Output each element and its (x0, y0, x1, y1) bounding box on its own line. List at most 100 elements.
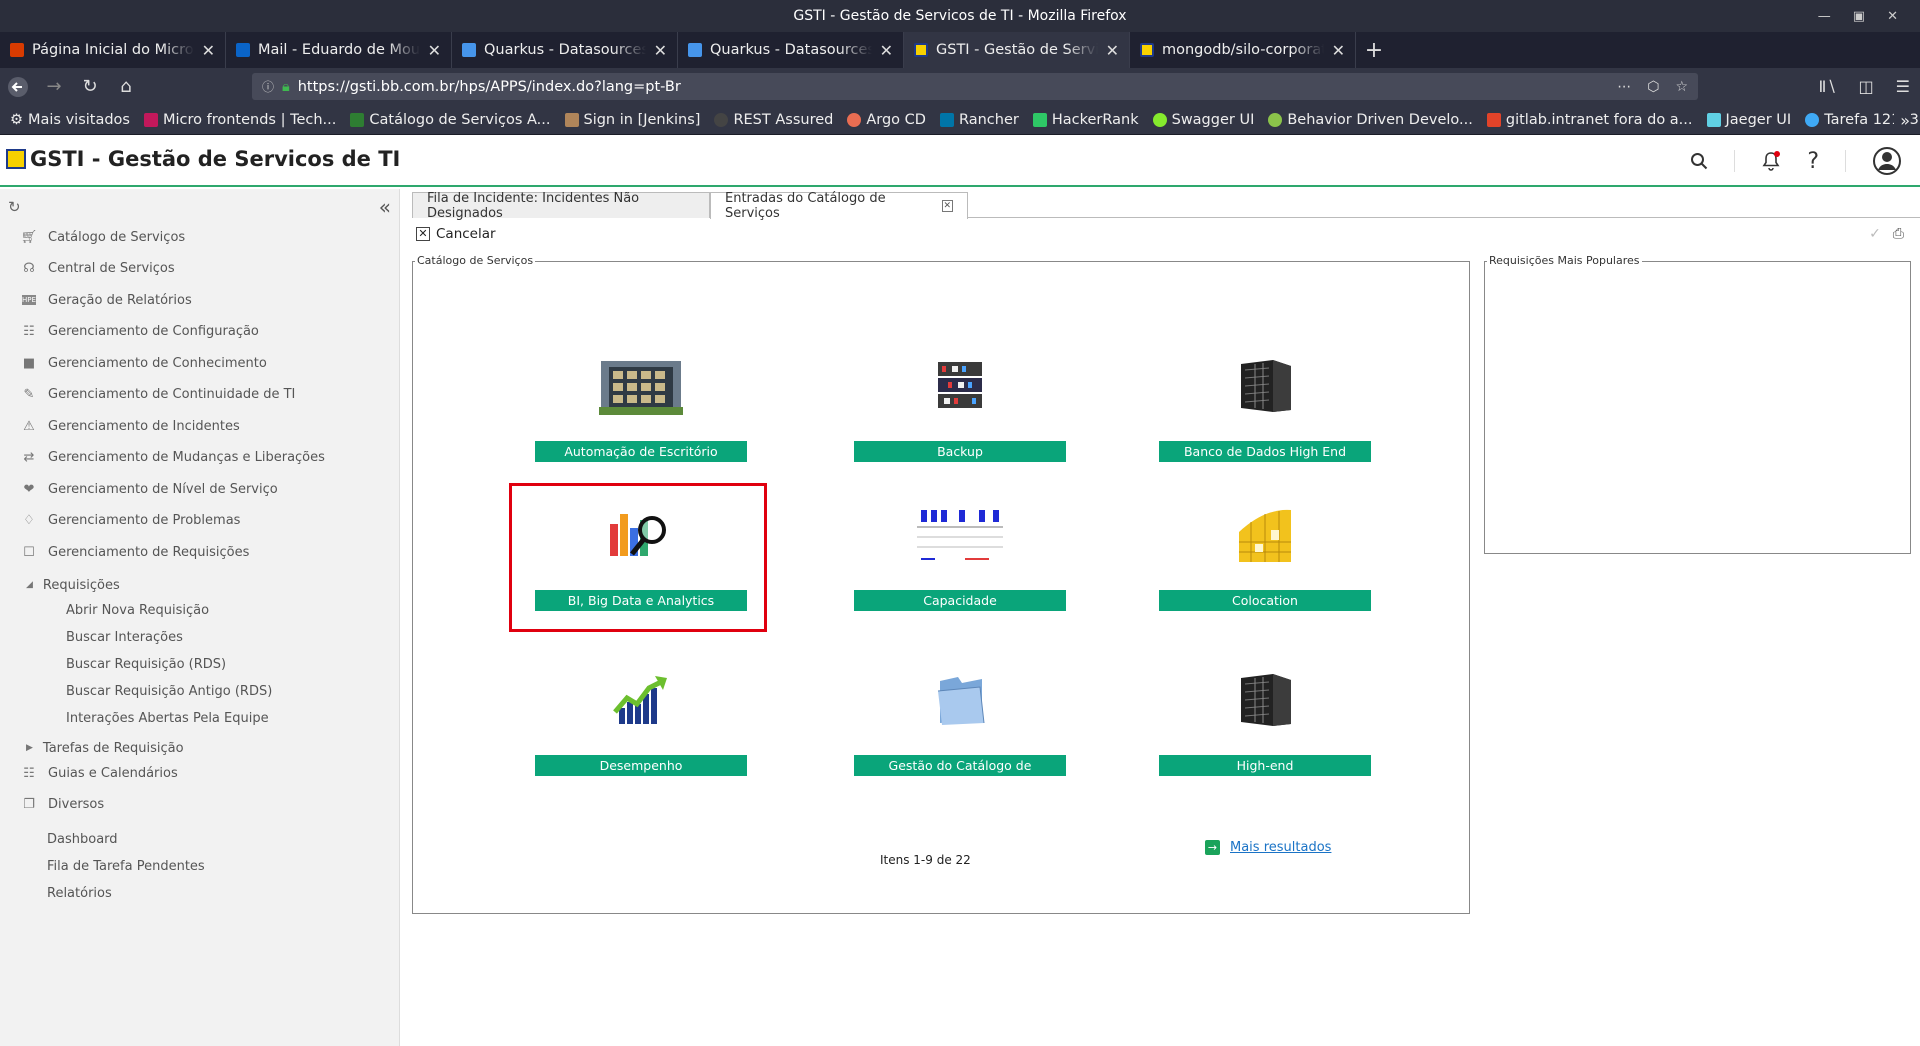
catalog-item[interactable]: Gestão do Catálogo de Requisição (854, 665, 1066, 794)
sidebar-item-incidentes[interactable]: ⚠︎ Gerenciamento de Incidentes (22, 415, 240, 437)
bookmark-item[interactable]: gitlab.intranet fora do a... (1486, 112, 1693, 128)
change-icon: ⇄ (23, 449, 35, 465)
sidebar-item-mudancas[interactable]: ⇄ Gerenciamento de Mudanças e Liberações (22, 446, 325, 468)
sidebar-item-tarefas[interactable]: ▶ Tarefas de Requisição (26, 737, 184, 759)
refresh-icon[interactable]: ↻ (8, 198, 21, 216)
bookmark-item[interactable]: REST Assured (714, 112, 833, 128)
sidebar-item-problemas[interactable]: ♢ Gerenciamento de Problemas (22, 509, 240, 531)
bookmark-item[interactable]: Jaeger UI (1706, 112, 1791, 128)
tab-close-icon[interactable]: ✕ (941, 200, 953, 212)
browser-tab[interactable]: Mail - Eduardo de Moura F ✕ (226, 32, 452, 68)
home-button[interactable]: ⌂ (108, 68, 144, 105)
sidebar-item-central[interactable]: ☊ Central de Serviços (22, 257, 174, 279)
sidebar-item-fila-tarefas[interactable]: Fila de Tarefa Pendentes (47, 859, 205, 874)
approve-icon[interactable]: ✓ (1869, 226, 1881, 242)
browser-tab-active[interactable]: GSTI - Gestão de Servicos ✕ (904, 32, 1130, 68)
bookmark-item[interactable]: Sign in [Jenkins] (564, 112, 700, 128)
cancel-button[interactable]: ✕ Cancelar (416, 226, 496, 242)
notification-bell-icon[interactable] (1761, 150, 1781, 172)
search-icon[interactable] (1690, 152, 1708, 170)
sidebar-subitem[interactable]: Buscar Interações (66, 630, 183, 645)
catalog-item[interactable]: Desempenho (535, 665, 747, 776)
catalog-item-button[interactable]: Colocation (1159, 590, 1371, 611)
outlook-icon (236, 43, 250, 57)
browser-tab[interactable]: Página Inicial do Microsoft ✕ (0, 32, 226, 68)
url-text[interactable]: https://gsti.bb.com.br/hps/APPS/index.do… (298, 79, 1609, 95)
catalog-item-button[interactable]: Gestão do Catálogo de Requisição (854, 755, 1066, 794)
browser-tab[interactable]: Quarkus - Datasources ✕ (678, 32, 904, 68)
bookmark-item[interactable]: Rancher (939, 112, 1019, 128)
bookmarks-overflow-button[interactable]: » (1894, 105, 1910, 134)
tab-close-icon[interactable]: ✕ (880, 41, 893, 60)
minimize-icon[interactable]: — (1818, 9, 1831, 24)
maximize-icon[interactable]: ▣ (1853, 9, 1865, 24)
sidebar-subitem[interactable]: Buscar Requisição (RDS) (66, 657, 226, 672)
tab-close-icon[interactable]: ✕ (202, 41, 215, 60)
help-icon[interactable]: ? (1807, 149, 1819, 174)
forward-button[interactable]: → (36, 68, 72, 105)
sidebar-item-relatorios[interactable]: HPE Geração de Relatórios (22, 289, 192, 311)
tab-close-icon[interactable]: ✕ (1332, 41, 1345, 60)
sidebar-item-requisicoes[interactable]: ◢ Requisições (26, 574, 120, 596)
catalog-item-button[interactable]: Automação de Escritório (535, 441, 747, 462)
header-divider (1734, 150, 1736, 172)
sidebar-item-configuracao[interactable]: ☷ Gerenciamento de Configuração (22, 320, 259, 342)
sidebar-item-continuidade[interactable]: ✎ Gerenciamento de Continuidade de TI (22, 383, 296, 405)
bookmark-item[interactable]: Catálogo de Serviços A... (350, 112, 551, 128)
tab-fila-incidente[interactable]: Fila de Incidente: Incidentes Não Design… (412, 191, 710, 221)
sidebar-item-catalogo[interactable]: 🛒︎ Catálogo de Serviços (21, 226, 185, 248)
sidebar-item-conhecimento[interactable]: ■ Gerenciamento de Conhecimento (22, 352, 267, 374)
browser-tab[interactable]: Quarkus - Datasources ✕ (452, 32, 678, 68)
catalog-item-button[interactable]: Desempenho (535, 755, 747, 776)
print-icon[interactable]: ⎙ (1893, 226, 1904, 242)
lock-icon[interactable]: 🔒︎ (282, 79, 290, 95)
tab-close-icon[interactable]: ✕ (428, 41, 441, 60)
catalog-item-button[interactable]: Banco de Dados High End (1159, 441, 1371, 462)
tab-label: GSTI - Gestão de Servicos (936, 42, 1098, 58)
catalog-item-button[interactable]: Backup (854, 441, 1066, 462)
tab-close-icon[interactable]: ✕ (1106, 41, 1119, 60)
catalog-item[interactable]: Capacidade (854, 500, 1066, 611)
bookmark-item[interactable]: ⚙ Mais visitados (10, 112, 130, 128)
library-icon[interactable]: Ⅱ∖ (1818, 77, 1836, 96)
sidebar-item-nivel-servico[interactable]: ❤︎ Gerenciamento de Nível de Serviço (22, 478, 278, 500)
sidebar-item-relatorios-extra[interactable]: Relatórios (47, 886, 112, 901)
menu-icon[interactable]: ☰ (1896, 77, 1910, 96)
sidebar-item-guias[interactable]: ☷ Guias e Calendários (22, 762, 178, 784)
catalog-item-button[interactable]: High-end (1159, 755, 1371, 776)
reload-button[interactable]: ↻ (72, 68, 108, 105)
sidebar-item-dashboard[interactable]: Dashboard (47, 832, 118, 847)
sidebar-item-diversos[interactable]: ❐ Diversos (22, 793, 104, 815)
tab-close-icon[interactable]: ✕ (654, 41, 667, 60)
bookmark-star-icon[interactable]: ☆ (1675, 79, 1688, 95)
sidebar-toggle-icon[interactable]: ◫ (1859, 77, 1874, 96)
catalog-item[interactable]: High-end (1159, 665, 1371, 776)
catalog-item[interactable]: Backup (854, 351, 1066, 462)
catalog-item[interactable]: Colocation (1159, 500, 1371, 611)
more-results-link[interactable]: → Mais resultados (1205, 840, 1331, 855)
catalog-item[interactable]: Banco de Dados High End (1159, 351, 1371, 462)
close-box-icon: ✕ (416, 227, 430, 241)
sidebar-item-requisicoes-mgmt[interactable]: ☐ Gerenciamento de Requisições (22, 541, 249, 563)
sidebar-subitem[interactable]: Abrir Nova Requisição (66, 603, 209, 618)
new-tab-button[interactable]: + (1356, 32, 1392, 68)
close-icon[interactable]: ✕ (1887, 9, 1898, 24)
pocket-icon[interactable]: ⬡ (1647, 79, 1659, 95)
back-button[interactable] (0, 68, 36, 105)
sidebar-subitem[interactable]: Interações Abertas Pela Equipe (66, 711, 269, 726)
tab-catalogo[interactable]: Entradas do Catálogo de Serviços ✕ (710, 191, 968, 221)
user-avatar-icon[interactable] (1872, 146, 1902, 176)
bookmark-item[interactable]: Argo CD (847, 112, 926, 128)
collapse-sidebar-icon[interactable]: « (379, 195, 391, 219)
info-icon[interactable]: ⓘ (262, 78, 274, 95)
page-actions-icon[interactable]: ⋯ (1617, 79, 1631, 95)
bookmark-item[interactable]: HackerRank (1032, 112, 1139, 128)
bookmark-item[interactable]: Behavior Driven Develo... (1268, 112, 1473, 128)
bookmark-item[interactable]: Micro frontends | Tech... (143, 112, 336, 128)
address-bar[interactable]: ⓘ 🔒︎ https://gsti.bb.com.br/hps/APPS/ind… (252, 73, 1698, 100)
catalog-item-button[interactable]: Capacidade (854, 590, 1066, 611)
browser-tab[interactable]: mongodb/silo-corporativo ✕ (1130, 32, 1356, 68)
sidebar-subitem[interactable]: Buscar Requisição Antigo (RDS) (66, 684, 272, 699)
catalog-item[interactable]: Automação de Escritório (535, 351, 747, 462)
bookmark-item[interactable]: Swagger UI (1152, 112, 1254, 128)
